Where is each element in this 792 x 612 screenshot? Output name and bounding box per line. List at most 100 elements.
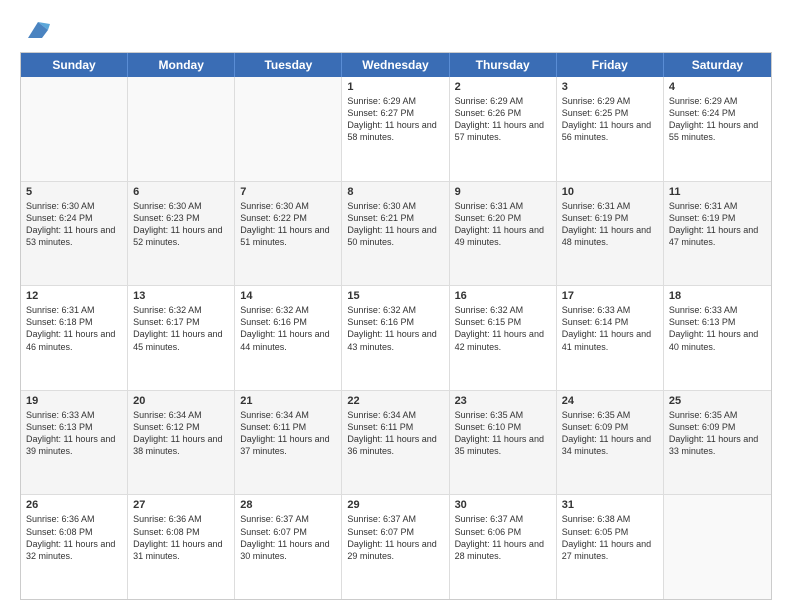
day-number: 30 (455, 499, 551, 511)
day-cell-14: 14 Sunrise: 6:32 AMSunset: 6:16 PMDayligh… (235, 286, 342, 390)
day-number: 31 (562, 499, 658, 511)
empty-cell (128, 77, 235, 181)
day-number: 3 (562, 81, 658, 93)
day-info: Sunrise: 6:34 AMSunset: 6:11 PMDaylight:… (347, 409, 443, 458)
calendar-header: SundayMondayTuesdayWednesdayThursdayFrid… (21, 53, 771, 77)
day-info: Sunrise: 6:34 AMSunset: 6:11 PMDaylight:… (240, 409, 336, 458)
header (20, 16, 772, 44)
day-number: 25 (669, 395, 766, 407)
day-cell-18: 18Sunrise: 6:33 AMSunset: 6:13 PMDayligh… (664, 286, 771, 390)
day-number: 21 (240, 395, 336, 407)
day-cell-15: 15 Sunrise: 6:32 AMSunset: 6:16 PMDayligh… (342, 286, 449, 390)
day-info: Sunrise: 6:32 AMSunset: 6:17 PMDaylight:… (133, 304, 229, 353)
day-number: 26 (26, 499, 122, 511)
day-number: 5 (26, 186, 122, 198)
day-info: Sunrise: 6:37 AMSunset: 6:07 PMDaylight:… (240, 513, 336, 562)
day-info: Sunrise: 6:35 AMSunset: 6:09 PMDaylight:… (562, 409, 658, 458)
day-cell-5: 5 Sunrise: 6:30 AMSunset: 6:24 PMDaylight… (21, 182, 128, 286)
header-day-friday: Friday (557, 53, 664, 77)
calendar-row-2: 5 Sunrise: 6:30 AMSunset: 6:24 PMDaylight… (21, 182, 771, 287)
day-number: 22 (347, 395, 443, 407)
day-info: Sunrise: 6:29 AMSunset: 6:26 PMDaylight:… (455, 95, 551, 144)
day-info: Sunrise: 6:37 AMSunset: 6:06 PMDaylight:… (455, 513, 551, 562)
calendar-row-5: 26 Sunrise: 6:36 AMSunset: 6:08 PMDayligh… (21, 495, 771, 599)
day-info: Sunrise: 6:32 AMSunset: 6:15 PMDaylight:… (455, 304, 551, 353)
day-cell-7: 7 Sunrise: 6:30 AMSunset: 6:22 PMDaylight… (235, 182, 342, 286)
logo-icon (24, 16, 52, 44)
day-info: Sunrise: 6:29 AMSunset: 6:25 PMDaylight:… (562, 95, 658, 144)
day-info: Sunrise: 6:33 AMSunset: 6:14 PMDaylight:… (562, 304, 658, 353)
calendar: SundayMondayTuesdayWednesdayThursdayFrid… (20, 52, 772, 600)
day-number: 2 (455, 81, 551, 93)
day-info: Sunrise: 6:36 AMSunset: 6:08 PMDaylight:… (26, 513, 122, 562)
logo (20, 16, 52, 44)
day-info: Sunrise: 6:32 AMSunset: 6:16 PMDaylight:… (347, 304, 443, 353)
day-info: Sunrise: 6:30 AMSunset: 6:23 PMDaylight:… (133, 200, 229, 249)
calendar-row-3: 12 Sunrise: 6:31 AMSunset: 6:18 PMDayligh… (21, 286, 771, 391)
day-info: Sunrise: 6:31 AMSunset: 6:20 PMDaylight:… (455, 200, 551, 249)
day-number: 17 (562, 290, 658, 302)
day-cell-19: 19 Sunrise: 6:33 AMSunset: 6:13 PMDayligh… (21, 391, 128, 495)
day-number: 24 (562, 395, 658, 407)
day-cell-20: 20Sunrise: 6:34 AMSunset: 6:12 PMDayligh… (128, 391, 235, 495)
day-cell-30: 30 Sunrise: 6:37 AMSunset: 6:06 PMDayligh… (450, 495, 557, 599)
day-info: Sunrise: 6:36 AMSunset: 6:08 PMDaylight:… (133, 513, 229, 562)
day-cell-2: 2 Sunrise: 6:29 AMSunset: 6:26 PMDaylight… (450, 77, 557, 181)
day-info: Sunrise: 6:31 AMSunset: 6:19 PMDaylight:… (669, 200, 766, 249)
day-number: 10 (562, 186, 658, 198)
calendar-row-1: 1 Sunrise: 6:29 AMSunset: 6:27 PMDaylight… (21, 77, 771, 182)
empty-cell (664, 495, 771, 599)
header-day-thursday: Thursday (450, 53, 557, 77)
header-day-saturday: Saturday (664, 53, 771, 77)
day-number: 16 (455, 290, 551, 302)
header-day-tuesday: Tuesday (235, 53, 342, 77)
day-info: Sunrise: 6:29 AMSunset: 6:24 PMDaylight:… (669, 95, 766, 144)
day-cell-21: 21 Sunrise: 6:34 AMSunset: 6:11 PMDayligh… (235, 391, 342, 495)
header-day-sunday: Sunday (21, 53, 128, 77)
day-info: Sunrise: 6:30 AMSunset: 6:24 PMDaylight:… (26, 200, 122, 249)
day-info: Sunrise: 6:33 AMSunset: 6:13 PMDaylight:… (26, 409, 122, 458)
day-info: Sunrise: 6:35 AMSunset: 6:10 PMDaylight:… (455, 409, 551, 458)
day-number: 12 (26, 290, 122, 302)
day-info: Sunrise: 6:37 AMSunset: 6:07 PMDaylight:… (347, 513, 443, 562)
day-cell-29: 29Sunrise: 6:37 AMSunset: 6:07 PMDayligh… (342, 495, 449, 599)
day-number: 20 (133, 395, 229, 407)
day-cell-31: 31 Sunrise: 6:38 AMSunset: 6:05 PMDayligh… (557, 495, 664, 599)
empty-cell (235, 77, 342, 181)
day-number: 7 (240, 186, 336, 198)
day-number: 19 (26, 395, 122, 407)
day-cell-28: 28 Sunrise: 6:37 AMSunset: 6:07 PMDayligh… (235, 495, 342, 599)
day-cell-6: 6 Sunrise: 6:30 AMSunset: 6:23 PMDaylight… (128, 182, 235, 286)
day-number: 27 (133, 499, 229, 511)
day-cell-12: 12 Sunrise: 6:31 AMSunset: 6:18 PMDayligh… (21, 286, 128, 390)
day-info: Sunrise: 6:29 AMSunset: 6:27 PMDaylight:… (347, 95, 443, 144)
day-number: 28 (240, 499, 336, 511)
day-cell-11: 11 Sunrise: 6:31 AMSunset: 6:19 PMDayligh… (664, 182, 771, 286)
day-info: Sunrise: 6:31 AMSunset: 6:18 PMDaylight:… (26, 304, 122, 353)
header-day-wednesday: Wednesday (342, 53, 449, 77)
page: SundayMondayTuesdayWednesdayThursdayFrid… (0, 0, 792, 612)
day-number: 1 (347, 81, 443, 93)
day-cell-16: 16 Sunrise: 6:32 AMSunset: 6:15 PMDayligh… (450, 286, 557, 390)
day-info: Sunrise: 6:35 AMSunset: 6:09 PMDaylight:… (669, 409, 766, 458)
day-cell-4: 4Sunrise: 6:29 AMSunset: 6:24 PMDaylight… (664, 77, 771, 181)
day-number: 14 (240, 290, 336, 302)
day-number: 9 (455, 186, 551, 198)
day-info: Sunrise: 6:32 AMSunset: 6:16 PMDaylight:… (240, 304, 336, 353)
day-cell-24: 24 Sunrise: 6:35 AMSunset: 6:09 PMDayligh… (557, 391, 664, 495)
day-cell-10: 10 Sunrise: 6:31 AMSunset: 6:19 PMDayligh… (557, 182, 664, 286)
day-info: Sunrise: 6:30 AMSunset: 6:22 PMDaylight:… (240, 200, 336, 249)
day-cell-13: 13Sunrise: 6:32 AMSunset: 6:17 PMDayligh… (128, 286, 235, 390)
day-number: 18 (669, 290, 766, 302)
day-info: Sunrise: 6:38 AMSunset: 6:05 PMDaylight:… (562, 513, 658, 562)
calendar-body: 1 Sunrise: 6:29 AMSunset: 6:27 PMDaylight… (21, 77, 771, 599)
day-number: 15 (347, 290, 443, 302)
day-cell-22: 22 Sunrise: 6:34 AMSunset: 6:11 PMDayligh… (342, 391, 449, 495)
day-number: 6 (133, 186, 229, 198)
day-number: 11 (669, 186, 766, 198)
empty-cell (21, 77, 128, 181)
day-cell-27: 27 Sunrise: 6:36 AMSunset: 6:08 PMDayligh… (128, 495, 235, 599)
day-cell-17: 17 Sunrise: 6:33 AMSunset: 6:14 PMDayligh… (557, 286, 664, 390)
day-cell-25: 25 Sunrise: 6:35 AMSunset: 6:09 PMDayligh… (664, 391, 771, 495)
day-info: Sunrise: 6:31 AMSunset: 6:19 PMDaylight:… (562, 200, 658, 249)
